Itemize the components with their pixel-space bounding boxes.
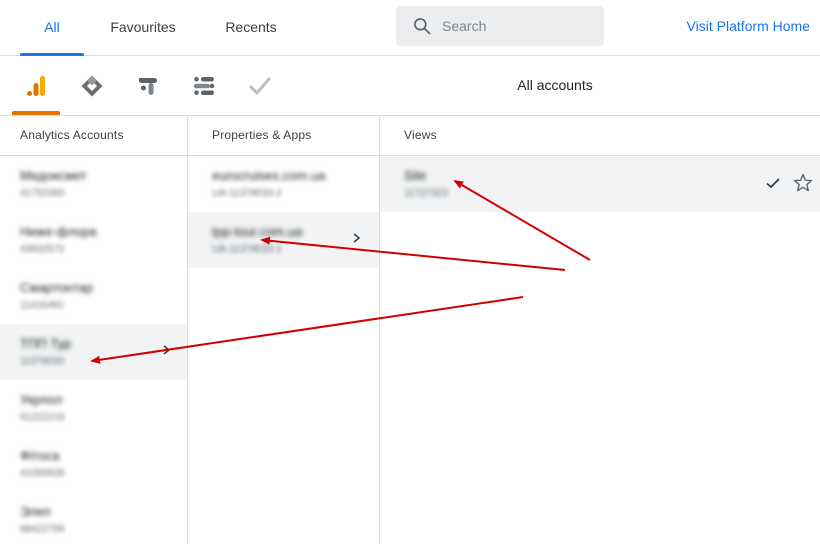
- view-item-selected[interactable]: Site 11727323: [380, 156, 820, 212]
- account-name: Смартонтар: [20, 280, 93, 295]
- account-id: 11416492: [20, 300, 64, 311]
- account-item[interactable]: Смартонтар 11416492: [0, 268, 187, 324]
- account-id: 41055928: [20, 468, 65, 479]
- optimize-product-button[interactable]: [128, 66, 168, 106]
- account-item[interactable]: Укрпол 61222219: [0, 380, 187, 436]
- product-switcher: All accounts: [0, 56, 820, 116]
- tag-manager-product-button[interactable]: [72, 66, 112, 106]
- properties-column-header: Properties & Apps: [188, 116, 379, 156]
- tab-favourites[interactable]: Favourites: [100, 0, 186, 55]
- account-id: 41752393: [20, 188, 65, 199]
- tag-manager-icon: [81, 75, 103, 97]
- tab-all[interactable]: All: [20, 0, 84, 55]
- property-item-selected[interactable]: tpp-tour.com.ua UA-11378033-1: [188, 212, 379, 268]
- account-name: Укрпол: [20, 392, 63, 407]
- property-name: eurocruises.com.ua: [212, 168, 326, 183]
- analytics-icon: [27, 76, 45, 96]
- star-icon[interactable]: [792, 172, 814, 194]
- account-id: 68422759: [20, 524, 65, 535]
- account-name: Медоксмет: [20, 168, 87, 183]
- view-id: 11727323: [404, 188, 448, 199]
- account-name: Ниже-флора: [20, 224, 97, 239]
- account-item[interactable]: Фітоса 41055928: [0, 436, 187, 492]
- chevron-right-icon: [353, 233, 361, 243]
- views-column-header: Views: [380, 116, 820, 156]
- property-name: tpp-tour.com.ua: [212, 224, 303, 239]
- surveys-icon: [249, 77, 271, 95]
- analytics-product-button[interactable]: [16, 66, 56, 106]
- account-item-selected[interactable]: TПП Тур 11378033: [0, 324, 187, 380]
- account-id: 43932572: [20, 244, 65, 255]
- search-input[interactable]: [442, 6, 592, 46]
- search-box[interactable]: [396, 6, 604, 46]
- account-id: 11378033: [20, 356, 64, 367]
- data-studio-product-button[interactable]: [184, 66, 224, 106]
- accounts-column-header: Analytics Accounts: [0, 116, 187, 156]
- account-name: Фітоса: [20, 448, 60, 463]
- account-item[interactable]: Элеп 68422759: [0, 492, 187, 548]
- account-name: TПП Тур: [20, 336, 72, 351]
- properties-column: Properties & Apps eurocruises.com.ua UA-…: [188, 116, 380, 544]
- account-item[interactable]: Ниже-флора 43932572: [0, 212, 187, 268]
- chevron-right-icon: [163, 345, 171, 355]
- check-icon: [766, 178, 780, 189]
- all-accounts-label: All accounts: [517, 77, 593, 93]
- surveys-product-button[interactable]: [240, 66, 280, 106]
- account-id: 61222219: [20, 412, 65, 423]
- optimize-icon: [139, 78, 157, 95]
- views-column: Views Site 11727323: [380, 116, 820, 544]
- tab-recents[interactable]: Recents: [212, 0, 290, 55]
- view-name: Site: [404, 168, 427, 183]
- search-icon: [414, 18, 431, 35]
- data-studio-icon: [194, 77, 215, 95]
- property-id: UA-11378033-2: [212, 188, 282, 199]
- property-item[interactable]: eurocruises.com.ua UA-11378033-2: [188, 156, 379, 212]
- active-product-indicator: [12, 111, 60, 115]
- property-id: UA-11378033-1: [212, 244, 282, 255]
- visit-platform-home-link[interactable]: Visit Platform Home: [660, 0, 810, 52]
- account-name: Элеп: [20, 504, 51, 519]
- accounts-column: Analytics Accounts Медоксмет 41752393 Ни…: [0, 116, 188, 544]
- account-item[interactable]: Медоксмет 41752393: [0, 156, 187, 212]
- top-bar: All Favourites Recents Visit Platform Ho…: [0, 0, 820, 56]
